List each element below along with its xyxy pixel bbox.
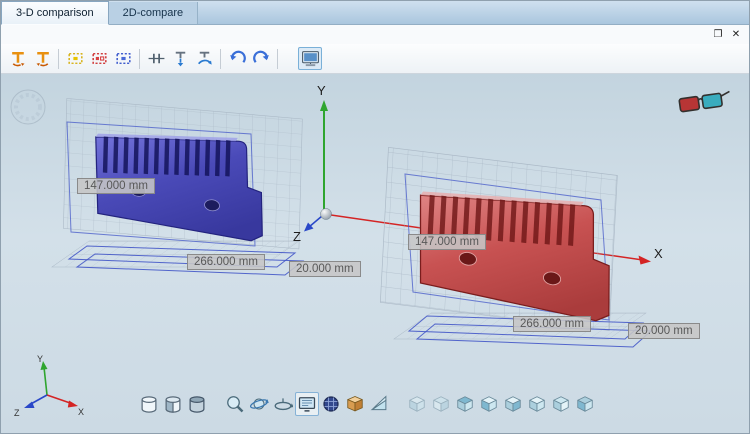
dimension-label-compare-depth: 20.000 mm [628, 323, 700, 339]
close-button[interactable]: ✕ [727, 27, 745, 43]
anaglyph-glasses-icon[interactable] [679, 91, 731, 111]
selection-blue-icon[interactable] [111, 47, 135, 70]
x-axis-label: X [654, 246, 663, 261]
solid-box-icon[interactable] [343, 392, 367, 416]
selection-yellow-icon[interactable] [63, 47, 87, 70]
display-settings-icon[interactable] [298, 47, 322, 70]
view-cube-8-icon[interactable] [573, 392, 597, 416]
fit-down-icon[interactable] [168, 47, 192, 70]
mini-y-axis-label: Y [37, 354, 43, 364]
transform-target-a-icon[interactable] [6, 47, 30, 70]
screen-fit-icon[interactable] [295, 392, 319, 416]
redo-icon[interactable] [249, 47, 273, 70]
undo-icon[interactable] [225, 47, 249, 70]
mini-z-axis-label: Z [14, 408, 20, 418]
toolbar-separator [58, 49, 59, 69]
origin-marker[interactable] [321, 209, 332, 220]
rotate-view-icon[interactable] [271, 392, 295, 416]
toolbar-separator [220, 49, 221, 69]
selection-red-icon[interactable] [87, 47, 111, 70]
mini-x-axis-label: X [78, 407, 84, 417]
dimension-label-compare-height: 147.000 mm [408, 234, 486, 250]
toolbar-separator [277, 49, 278, 69]
view-cube-7-icon[interactable] [549, 392, 573, 416]
view-toolbar [137, 392, 597, 416]
window-control-row: ❐ ✕ [1, 25, 749, 44]
y-axis: Y [317, 83, 328, 214]
tab-2d-compare-label: 2D-compare [123, 7, 184, 19]
dimension-label-reference-height: 147.000 mm [77, 178, 155, 194]
main-toolbar [1, 44, 749, 74]
zoom-sphere-icon[interactable] [223, 392, 247, 416]
dimension-label-reference-width: 266.000 mm [187, 254, 265, 270]
dimension-label-compare-width: 266.000 mm [513, 316, 591, 332]
view-cube-3-icon[interactable] [453, 392, 477, 416]
view-cube-6-icon[interactable] [525, 392, 549, 416]
orbit-sphere-icon[interactable] [247, 392, 271, 416]
transform-target-b-icon[interactable] [30, 47, 54, 70]
cylinder-outline-icon[interactable] [137, 392, 161, 416]
z-axis-label: Z [293, 229, 301, 244]
view-cube-2-icon[interactable] [429, 392, 453, 416]
cylinder-shaded-icon[interactable] [185, 392, 209, 416]
view-cube-5-icon[interactable] [501, 392, 525, 416]
3d-scene[interactable]: Y X Z [1, 74, 749, 434]
tab-bar: 3-D comparison 2D-compare [1, 1, 749, 25]
maximize-button[interactable]: ❐ [709, 27, 727, 43]
app-window: 3-D comparison 2D-compare ❐ ✕ [0, 0, 750, 434]
fit-rotate-icon[interactable] [192, 47, 216, 70]
view-cube-4-icon[interactable] [477, 392, 501, 416]
clip-wedge-icon[interactable] [367, 392, 391, 416]
align-parts-icon[interactable] [144, 47, 168, 70]
mesh-sphere-icon[interactable] [319, 392, 343, 416]
y-axis-label: Y [317, 83, 326, 98]
tab-2d-compare[interactable]: 2D-compare [109, 2, 199, 24]
orientation-axes: Y X Z [14, 354, 84, 418]
view-cube-1-icon[interactable] [405, 392, 429, 416]
dimension-label-reference-depth: 20.000 mm [289, 261, 361, 277]
tab-3d-comparison-label: 3-D comparison [16, 7, 94, 19]
tab-3d-comparison[interactable]: 3-D comparison [1, 1, 109, 25]
cylinder-half-icon[interactable] [161, 392, 185, 416]
rotation-dial[interactable] [11, 90, 45, 124]
3d-viewport[interactable]: Y X Z [1, 74, 749, 434]
toolbar-separator [139, 49, 140, 69]
